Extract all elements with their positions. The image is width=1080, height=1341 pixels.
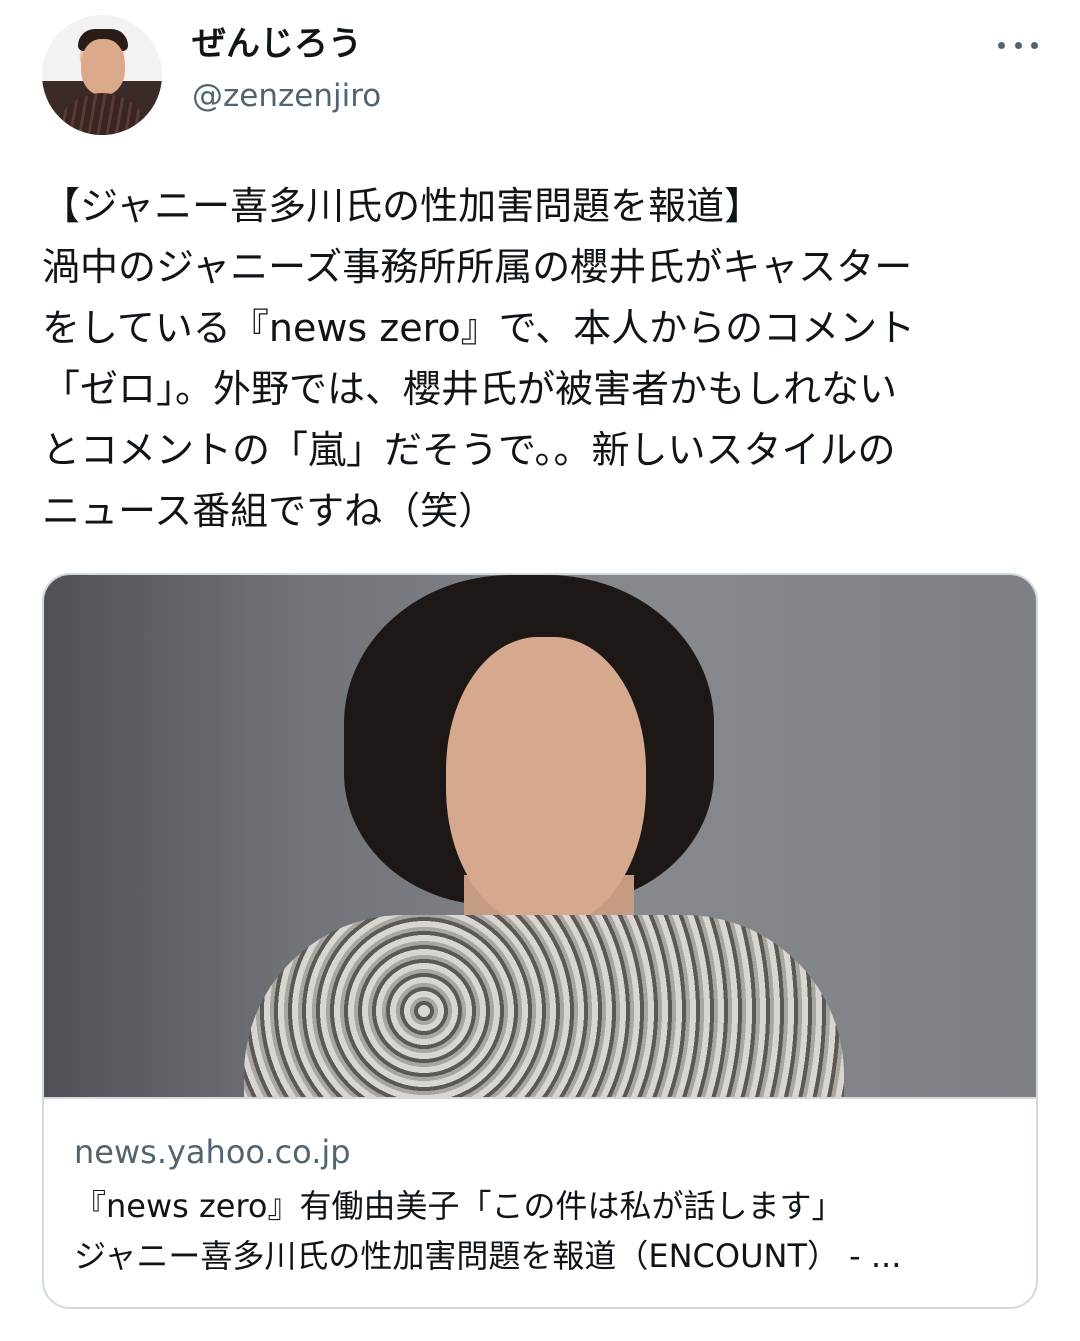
tweet-text-line: 【ジャニー喜多川氏の性加害問題を報道】 <box>42 184 763 228</box>
card-title-line-1: 『news zero』有働由美子「この件は私が話します」 <box>74 1187 844 1225</box>
avatar-body <box>52 93 152 135</box>
avatar-face <box>81 39 125 95</box>
tweet-text-line: 「ゼロ」。外野では、櫻井氏が被害者かもしれない <box>42 367 898 411</box>
more-dot <box>1014 41 1022 49</box>
tweet-text-line: ニュース番組ですね（笑） <box>42 489 497 533</box>
photo-blouse <box>244 915 844 1097</box>
user-avatar[interactable] <box>42 15 162 135</box>
card-image[interactable] <box>44 575 1036 1099</box>
card-title-line-2: ジャニー喜多川氏の性加害問題を報道（ENCOUNT） - ... <box>74 1237 902 1275</box>
tweet-text-line: とコメントの「嵐」だそうで。。新しいスタイルの <box>42 428 896 472</box>
tweet-text: 【ジャニー喜多川氏の性加害問題を報道】 渦中のジャニーズ事務所所属の櫻井氏がキャ… <box>42 176 1042 542</box>
user-handle[interactable]: @zenzenjiro <box>192 76 381 116</box>
tweet-text-line: をしている『news zero』で、本人からのコメント <box>42 306 916 350</box>
card-domain: news.yahoo.co.jp <box>74 1133 351 1171</box>
more-dot <box>998 41 1005 49</box>
card-meta: news.yahoo.co.jp 『news zero』有働由美子「この件は私が… <box>74 1131 1014 1281</box>
more-horizontal-icon[interactable] <box>998 30 1038 60</box>
link-preview-card[interactable]: news.yahoo.co.jp 『news zero』有働由美子「この件は私が… <box>42 573 1038 1309</box>
display-name[interactable]: ぜんじろう <box>192 22 362 66</box>
tweet-text-line: 渦中のジャニーズ事務所所属の櫻井氏がキャスター <box>42 245 913 289</box>
more-dot <box>1031 41 1038 49</box>
photo-face <box>446 637 646 927</box>
